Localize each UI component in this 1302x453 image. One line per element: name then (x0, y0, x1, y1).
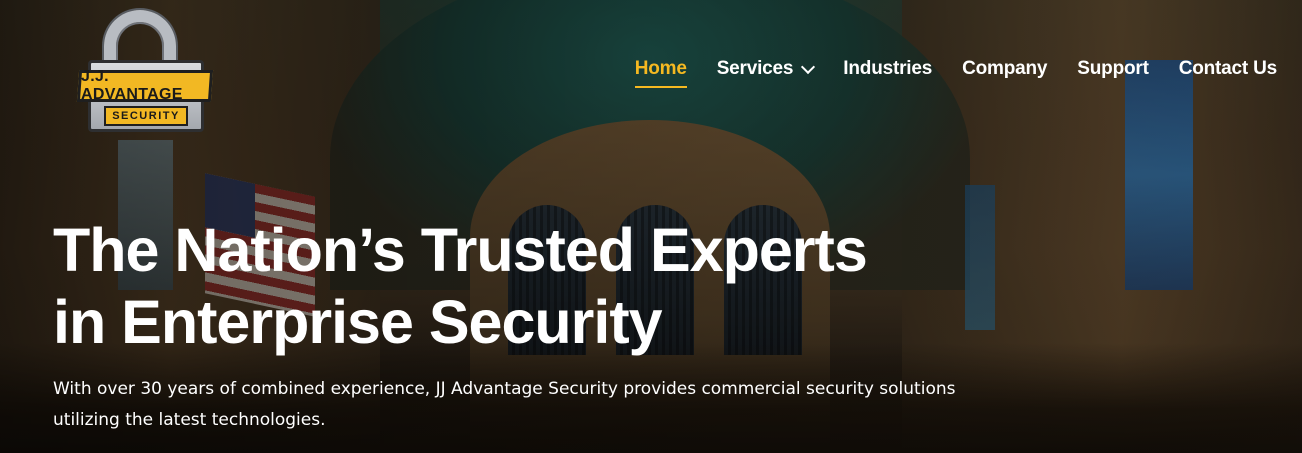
hero-section: J.J. ADVANTAGE SECURITY Home Services In… (0, 0, 1302, 453)
logo-sub: SECURITY (112, 110, 180, 122)
site-logo[interactable]: J.J. ADVANTAGE SECURITY (76, 8, 214, 134)
main-nav: Home Services Industries Company Support… (634, 58, 1277, 88)
hero-subtext: With over 30 years of combined experienc… (53, 379, 956, 430)
nav-item-home[interactable]: Home (634, 58, 687, 88)
nav-item-services[interactable]: Services (716, 58, 816, 86)
hero-headline: The Nation’s Trusted Experts in Enterpri… (53, 214, 953, 358)
nav-item-label: Services (716, 58, 794, 79)
logo-sub-plate: SECURITY (104, 106, 188, 126)
nav-item-label: Company (962, 58, 1048, 79)
nav-item-industries[interactable]: Industries (843, 58, 932, 86)
chevron-down-icon (801, 59, 816, 74)
logo-name: J.J. ADVANTAGE (81, 68, 183, 103)
logo-name-plate: J.J. ADVANTAGE (76, 68, 214, 103)
nav-item-company[interactable]: Company (962, 58, 1047, 86)
nav-item-label: Home (634, 58, 687, 79)
nav-item-contact-us[interactable]: Contact Us (1179, 58, 1277, 86)
hero-headline-line2: in Enterprise Security (53, 288, 663, 356)
nav-item-label: Industries (843, 58, 933, 79)
nav-item-label: Contact Us (1178, 58, 1277, 79)
hero-headline-line1: The Nation’s Trusted Experts (53, 216, 868, 284)
nav-item-support[interactable]: Support (1077, 58, 1149, 86)
nav-item-label: Support (1077, 58, 1149, 79)
